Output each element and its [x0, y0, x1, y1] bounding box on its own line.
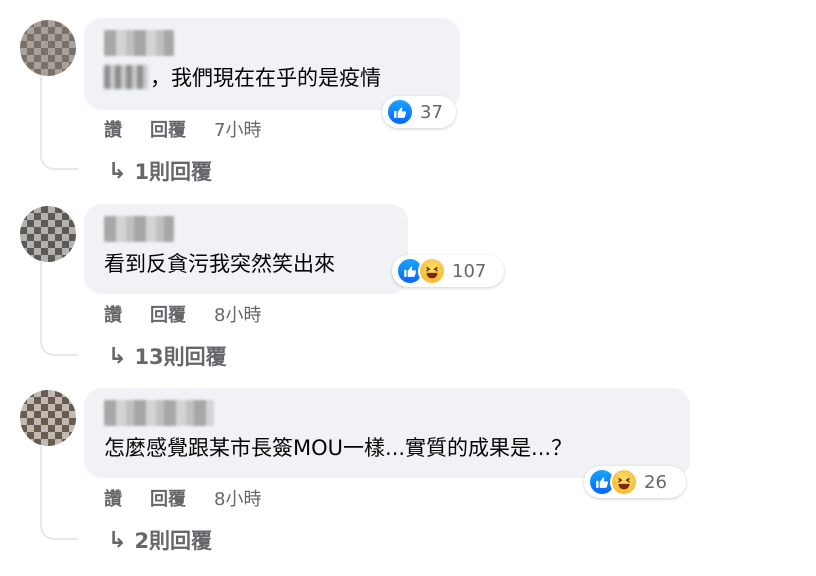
author-name-blurred[interactable]: [104, 400, 214, 426]
reply-button[interactable]: 回覆: [150, 485, 186, 511]
author-name-blurred[interactable]: [104, 30, 174, 56]
replies-count-label: 13則回覆: [134, 345, 227, 369]
thread-line: [40, 446, 78, 540]
timestamp[interactable]: 7小時: [214, 116, 261, 142]
reaction-count: 37: [420, 101, 443, 123]
thread-line: [40, 262, 78, 356]
comment-actions: 讚 回覆 8小時: [104, 485, 261, 511]
view-replies-link[interactable]: ↳ 1則回覆: [108, 156, 212, 186]
reaction-summary[interactable]: 107: [392, 255, 504, 287]
reply-button[interactable]: 回覆: [150, 116, 186, 142]
comment-text: 看到反貪污我突然笑出來: [104, 248, 388, 278]
view-replies-link[interactable]: ↳ 2則回覆: [108, 525, 212, 555]
like-button[interactable]: 讚: [104, 301, 122, 327]
avatar[interactable]: [20, 206, 76, 262]
like-button[interactable]: 讚: [104, 116, 122, 142]
comment-text-body: 怎麼感覺跟某市長簽MOU一樣...實質的成果是...？: [104, 436, 573, 460]
comment-actions: 讚 回覆 8小時: [104, 301, 261, 327]
comment-text: ，我們現在在乎的是疫情: [104, 62, 440, 92]
like-button[interactable]: 讚: [104, 485, 122, 511]
reply-arrow-icon: ↳: [108, 527, 127, 553]
comment-bubble: 怎麼感覺跟某市長簽MOU一樣...實質的成果是...？: [84, 388, 690, 478]
haha-reaction-icon: [610, 468, 638, 496]
view-replies-link[interactable]: ↳ 13則回覆: [108, 341, 227, 371]
haha-reaction-icon: [418, 257, 446, 285]
comment-text: 怎麼感覺跟某市長簽MOU一樣...實質的成果是...？: [104, 432, 670, 462]
comment-actions: 讚 回覆 7小時: [104, 116, 261, 142]
reaction-summary[interactable]: 26: [584, 466, 686, 498]
avatar[interactable]: [20, 390, 76, 446]
author-name-blurred[interactable]: [104, 216, 174, 242]
like-reaction-icon: [386, 98, 414, 126]
comment-text-body: ，我們現在在乎的是疫情: [150, 66, 381, 90]
reply-arrow-icon: ↳: [108, 343, 127, 369]
reaction-count: 107: [452, 260, 487, 282]
comment-text-body: 看到反貪污我突然笑出來: [104, 252, 335, 276]
timestamp[interactable]: 8小時: [214, 485, 261, 511]
avatar[interactable]: [20, 20, 76, 76]
reply-arrow-icon: ↳: [108, 158, 127, 184]
comment-bubble: 看到反貪污我突然笑出來: [84, 204, 408, 294]
reaction-count: 26: [644, 471, 667, 493]
thread-line: [40, 76, 78, 170]
reply-button[interactable]: 回覆: [150, 301, 186, 327]
reaction-summary[interactable]: 37: [382, 96, 456, 128]
replies-count-label: 1則回覆: [134, 160, 213, 184]
timestamp[interactable]: 8小時: [214, 301, 261, 327]
replies-count-label: 2則回覆: [134, 529, 213, 553]
blurred-text: [104, 65, 148, 89]
